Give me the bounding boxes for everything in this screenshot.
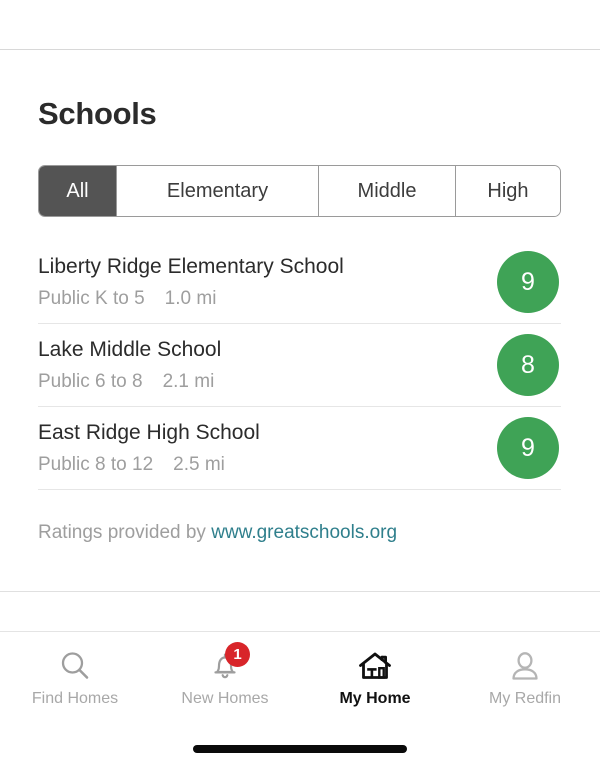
bottom-tab-bar: Find Homes 1 New Homes My Home My Redfin [0, 632, 600, 732]
school-type: Public 6 to 8 [38, 371, 143, 392]
school-meta: Public K to 5 1.0 mi [38, 289, 497, 308]
filter-tab-high[interactable]: High [456, 166, 560, 216]
schools-screen: Schools All Elementary Middle High Liber… [0, 0, 600, 767]
school-rating-badge: 9 [497, 417, 559, 479]
search-icon [48, 645, 102, 687]
tab-label-my-home: My Home [339, 690, 411, 707]
tab-label-my-redfin: My Redfin [488, 690, 562, 707]
school-list-item[interactable]: Lake Middle School Public 6 to 8 2.1 mi … [38, 324, 561, 407]
school-distance: 2.1 mi [162, 371, 215, 392]
school-name: Liberty Ridge Elementary School [38, 255, 344, 278]
tab-find-homes[interactable]: Find Homes [0, 632, 150, 732]
school-list-item[interactable]: East Ridge High School Public 8 to 12 2.… [38, 407, 561, 490]
filter-tab-middle[interactable]: Middle [319, 166, 456, 216]
school-list: Liberty Ridge Elementary School Public K… [38, 241, 561, 490]
school-rating-badge: 9 [497, 251, 559, 313]
home-indicator [193, 745, 407, 753]
tab-my-redfin[interactable]: My Redfin [450, 632, 600, 732]
filter-tab-elementary[interactable]: Elementary [117, 166, 319, 216]
content-bottom-divider [0, 591, 600, 592]
tab-my-home[interactable]: My Home [300, 632, 450, 732]
page-title: Schools [38, 96, 157, 131]
ratings-attribution-prefix: Ratings provided by [38, 522, 212, 543]
notification-badge: 1 [225, 642, 250, 667]
tab-new-homes[interactable]: 1 New Homes [150, 632, 300, 732]
school-name: Lake Middle School [38, 338, 222, 361]
schools-panel: Schools All Elementary Middle High Liber… [0, 50, 600, 591]
school-meta: Public 8 to 12 2.5 mi [38, 455, 497, 474]
school-list-item[interactable]: Liberty Ridge Elementary School Public K… [38, 241, 561, 324]
person-icon [498, 645, 552, 687]
bell-icon: 1 [198, 642, 252, 687]
school-level-filter[interactable]: All Elementary Middle High [38, 165, 561, 217]
school-name: East Ridge High School [38, 421, 260, 444]
school-type: Public K to 5 [38, 288, 145, 309]
school-info: Liberty Ridge Elementary School Public K… [38, 256, 497, 308]
filter-tab-all[interactable]: All [39, 166, 117, 216]
school-type: Public 8 to 12 [38, 454, 154, 475]
ratings-attribution: Ratings provided by www.greatschools.org [38, 523, 397, 542]
greatschools-link[interactable]: www.greatschools.org [211, 522, 397, 543]
house-icon [348, 645, 402, 687]
tab-label-find-homes: Find Homes [31, 690, 119, 707]
school-info: Lake Middle School Public 6 to 8 2.1 mi [38, 339, 497, 391]
school-distance: 1.0 mi [164, 288, 217, 309]
school-info: East Ridge High School Public 8 to 12 2.… [38, 422, 497, 474]
tab-label-new-homes: New Homes [181, 690, 269, 707]
school-rating-badge: 8 [497, 334, 559, 396]
school-meta: Public 6 to 8 2.1 mi [38, 372, 497, 391]
school-distance: 2.5 mi [173, 454, 225, 475]
